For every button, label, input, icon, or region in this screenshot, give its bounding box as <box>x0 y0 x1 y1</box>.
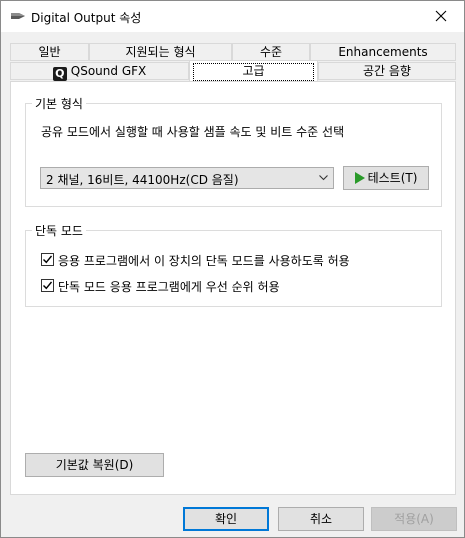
tab-label: 공간 음향 <box>363 64 411 78</box>
title-bar: Digital Output 속성 <box>1 1 464 32</box>
close-icon <box>435 10 447 22</box>
window-title: Digital Output 속성 <box>31 11 142 25</box>
speaker-icon <box>10 10 26 22</box>
exclusive-allow-label[interactable]: 응용 프로그램에서 이 장치의 단독 모드를 사용하도록 허용 <box>58 252 350 269</box>
restore-defaults-button[interactable]: 기본값 복원(D) <box>25 453 164 477</box>
tab-label: 수준 <box>259 45 283 59</box>
chevron-down-icon <box>319 175 328 181</box>
exclusive-allow-checkbox[interactable] <box>41 253 54 266</box>
check-icon <box>43 281 52 290</box>
test-button-label: 테스트(T) <box>367 171 418 185</box>
check-icon <box>43 255 52 264</box>
qsound-icon: Q <box>52 67 67 81</box>
apply-button[interactable]: 적용(A) <box>371 507 457 531</box>
exclusive-priority-label[interactable]: 단독 모드 응용 프로그램에게 우선 순위 허용 <box>58 278 280 295</box>
tab-spatial-sound[interactable]: 공간 음향 <box>318 62 456 80</box>
cancel-label: 취소 <box>309 512 333 526</box>
close-button[interactable] <box>418 1 464 32</box>
tab-label: QSound GFX <box>70 64 147 78</box>
restore-defaults-label: 기본값 복원(D) <box>55 458 134 472</box>
tab-label: Enhancements <box>338 45 428 59</box>
tab-label: 일반 <box>38 45 61 59</box>
sample-rate-dropdown[interactable]: 2 채널, 16비트, 44100Hz(CD 음질) <box>40 167 334 189</box>
exclusive-priority-checkbox[interactable] <box>41 279 54 292</box>
tab-advanced[interactable]: 고급 <box>189 60 318 81</box>
tab-supported-formats[interactable]: 지원되는 형식 <box>89 43 232 61</box>
ok-button[interactable]: 확인 <box>183 507 269 531</box>
format-description: 공유 모드에서 실행할 때 사용할 샘플 속도 및 비트 수준 선택 <box>41 125 345 139</box>
tab-label: 고급 <box>242 64 265 78</box>
default-format-group: 기본 형식 <box>25 95 442 207</box>
apply-label: 적용(A) <box>394 512 434 526</box>
play-icon <box>354 172 365 184</box>
tab-label: 지원되는 형식 <box>125 45 196 59</box>
tab-enhancements[interactable]: Enhancements <box>310 43 456 61</box>
test-button[interactable]: 테스트(T) <box>343 166 429 190</box>
tab-levels[interactable]: 수준 <box>232 43 310 61</box>
group-title: 단독 모드 <box>32 222 86 239</box>
group-title: 기본 형식 <box>32 95 86 112</box>
cancel-button[interactable]: 취소 <box>278 507 364 531</box>
tab-general[interactable]: 일반 <box>10 43 89 61</box>
tab-qsound-gfx[interactable]: Q QSound GFX <box>10 62 189 81</box>
dropdown-value: 2 채널, 16비트, 44100Hz(CD 음질) <box>46 173 239 187</box>
ok-label: 확인 <box>214 512 238 526</box>
properties-window: Digital Output 속성 일반 지원되는 형식 수준 Enhancem… <box>0 0 465 538</box>
